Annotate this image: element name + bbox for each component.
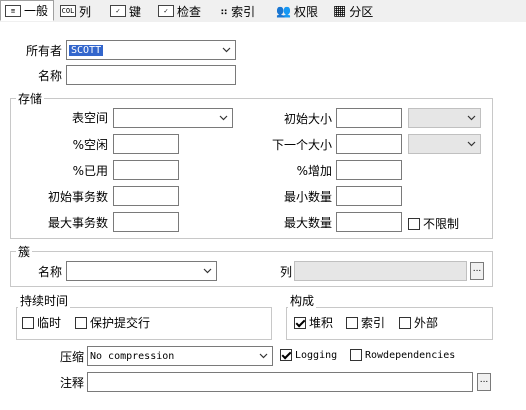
unlimited-box (408, 217, 420, 230)
index-organized-checkbox[interactable]: 索引 (346, 314, 385, 331)
tab-keys[interactable]: ✓ 键 (110, 0, 141, 22)
initial-unit-select[interactable] (408, 108, 481, 128)
rowdependencies-box (350, 349, 362, 361)
organization-title: 构成 (288, 292, 317, 309)
chevron-down-icon (219, 115, 228, 121)
tab-columns-label: 列 (79, 4, 92, 19)
logging-label: Logging (295, 349, 338, 361)
cluster-columns-input (294, 261, 467, 281)
preserve-rows-checkbox[interactable]: 保护提交行 (75, 314, 150, 331)
tab-privileges-label: 权限 (293, 4, 318, 19)
chevron-down-icon (203, 268, 212, 274)
tab-privileges[interactable]: 👥 权限 (276, 0, 318, 22)
pct-used-label: %已用 (72, 164, 108, 178)
owner-value: SCOTT (69, 45, 104, 56)
tab-general[interactable]: ≡ 一般 (0, 0, 54, 21)
max-extents-input[interactable] (336, 212, 402, 232)
logging-box (280, 349, 292, 361)
temporary-box (22, 316, 34, 329)
temporary-label: 临时 (37, 316, 62, 330)
tab-checks[interactable]: ✓ 检查 (158, 0, 201, 22)
chevron-down-icon (222, 47, 231, 53)
tablespace-label: 表空间 (71, 111, 108, 125)
logging-checkbox[interactable]: Logging (280, 349, 337, 361)
users-icon: 👥 (276, 4, 291, 18)
chevron-down-icon (467, 141, 476, 147)
tablespace-select[interactable] (113, 108, 233, 128)
heap-checkbox[interactable]: 堆积 (294, 314, 333, 331)
owner-select[interactable]: SCOTT (66, 40, 236, 60)
name-label: 名称 (37, 69, 62, 83)
compress-value: No compression (90, 351, 175, 362)
next-unit-select[interactable] (408, 134, 481, 154)
heap-box (294, 316, 306, 329)
tab-columns[interactable]: COL 列 (60, 0, 91, 22)
tab-partitions-label: 分区 (349, 4, 374, 19)
initial-input[interactable] (336, 108, 402, 128)
tab-partitions[interactable]: ▦ 分区 (333, 0, 373, 22)
min-extents-input[interactable] (336, 186, 402, 206)
next-input[interactable] (336, 134, 402, 154)
index-icon: ⠶ (220, 4, 229, 18)
pct-increase-input[interactable] (336, 160, 402, 180)
comment-input[interactable] (87, 372, 473, 392)
max-extents-label: 最大数量 (283, 216, 332, 230)
preserve-rows-label: 保护提交行 (90, 316, 151, 330)
cluster-name-select[interactable] (66, 261, 217, 281)
unlimited-label: 不限制 (423, 217, 460, 231)
cluster-name-label: 名称 (37, 265, 62, 279)
ini-trans-input[interactable] (113, 186, 179, 206)
preserve-rows-box (75, 316, 87, 329)
temporary-checkbox[interactable]: 临时 (22, 314, 61, 331)
storage-title: 存储 (16, 90, 45, 107)
external-checkbox[interactable]: 外部 (399, 314, 438, 331)
duration-title: 持续时间 (18, 292, 71, 309)
tab-indexes[interactable]: ⠶ 索引 (220, 0, 255, 22)
name-input[interactable] (66, 65, 236, 85)
external-box (399, 316, 411, 329)
pct-free-label: %空闲 (72, 138, 108, 152)
chevron-down-icon (467, 115, 476, 121)
check-icon: ✓ (158, 5, 174, 17)
pct-increase-label: %增加 (296, 164, 332, 178)
ini-trans-label: 初始事务数 (47, 190, 108, 204)
cluster-columns-browse-button[interactable]: ... (470, 262, 484, 280)
index-organized-label: 索引 (361, 316, 386, 330)
cluster-columns-label: 列 (279, 265, 292, 279)
tab-general-label: 一般 (24, 4, 49, 18)
tab-indexes-label: 索引 (231, 4, 256, 19)
compress-label: 压缩 (59, 350, 84, 364)
tab-keys-label: 键 (129, 4, 142, 19)
key-icon: ✓ (110, 5, 126, 17)
general-pane: 所有者 SCOTT 名称 存储 表空间 %空闲 %已用 初始事务数 最大事务数 … (0, 22, 526, 410)
max-trans-label: 最大事务数 (47, 216, 108, 230)
pct-used-input[interactable] (113, 160, 179, 180)
heap-label: 堆积 (309, 316, 334, 330)
pct-free-input[interactable] (113, 134, 179, 154)
general-icon: ≡ (5, 4, 21, 17)
rowdependencies-checkbox[interactable]: Rowdependencies (350, 349, 455, 361)
external-label: 外部 (414, 316, 439, 330)
min-extents-label: 最小数量 (283, 190, 332, 204)
comment-browse-button[interactable]: ... (477, 373, 491, 391)
max-trans-input[interactable] (113, 212, 179, 232)
unlimited-checkbox[interactable]: 不限制 (408, 215, 459, 232)
rowdependencies-label: Rowdependencies (365, 349, 456, 361)
next-label: 下一个大小 (271, 138, 332, 152)
comment-label: 注释 (59, 376, 84, 390)
compress-select[interactable]: No compression (87, 346, 273, 366)
grid-icon: ▦ (333, 3, 347, 19)
tab-bar: ≡ 一般 COL 列 ✓ 键 ✓ 检查 ⠶ 索引 👥 权限 ▦ 分区 (0, 0, 526, 23)
initial-label: 初始大小 (283, 112, 332, 126)
cluster-title: 簇 (16, 243, 33, 260)
tab-checks-label: 检查 (177, 4, 202, 19)
chevron-down-icon (259, 353, 268, 359)
index-organized-box (346, 316, 358, 329)
column-icon: COL (60, 5, 76, 17)
owner-label: 所有者 (25, 44, 62, 58)
